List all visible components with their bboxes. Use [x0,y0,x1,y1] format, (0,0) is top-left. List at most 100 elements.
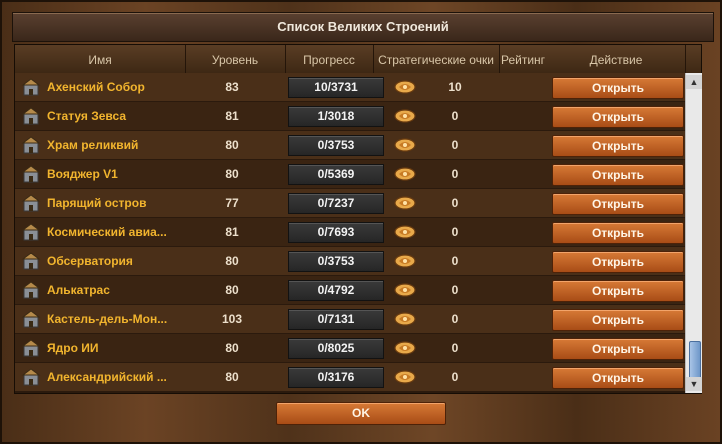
building-level: 83 [225,80,239,94]
forge-points-icon [394,312,416,326]
table-row: Ахенский Собор 83 10/3731 10 Открыть [15,73,685,101]
header-progress: Прогресс [285,45,374,73]
strategy-points-value: 0 [451,225,459,239]
building-icon [21,252,41,270]
window-title: Список Великих Строений [277,19,449,34]
table-row: Ядро ИИ 80 0/8025 0 Открыть [15,334,685,362]
open-button[interactable]: Открыть [552,251,684,273]
table-row: Алькатрас 80 0/4792 0 Открыть [15,276,685,304]
strategy-points-value: 0 [451,312,459,326]
table-row: Парящий остров 77 0/7237 0 Открыть [15,189,685,217]
building-level: 81 [225,225,239,239]
strategy-points-value: 10 [448,80,462,94]
window-frame: Список Великих Строений Имя Уровень Прог… [0,0,722,444]
progress-bar: 0/8025 [288,338,384,359]
strategy-points-value: 0 [451,370,459,384]
building-name[interactable]: Кастель-дель-Мон... [47,305,197,333]
building-icon [21,281,41,299]
scroll-down-arrow-icon[interactable]: ▼ [686,377,702,391]
open-button[interactable]: Открыть [552,106,684,128]
table-row: Кастель-дель-Мон... 103 0/7131 0 Открыть [15,305,685,333]
building-level: 80 [225,167,239,181]
table-row: Вояджер V1 80 0/5369 0 Открыть [15,160,685,188]
open-button[interactable]: Открыть [552,280,684,302]
progress-bar: 0/7237 [288,193,384,214]
table-row: Статуя Зевса 81 1/3018 0 Открыть [15,102,685,130]
progress-bar: 0/4792 [288,280,384,301]
progress-bar: 0/3176 [288,367,384,388]
progress-bar: 10/3731 [288,77,384,98]
forge-points-icon [394,341,416,355]
building-icon [21,165,41,183]
open-button[interactable]: Открыть [552,77,684,99]
progress-bar: 0/7131 [288,309,384,330]
building-level: 80 [225,283,239,297]
forge-points-icon [394,283,416,297]
scroll-thumb[interactable] [689,341,701,379]
forge-points-icon [394,167,416,181]
progress-bar: 0/5369 [288,164,384,185]
building-icon [21,107,41,125]
open-button[interactable]: Открыть [552,367,684,389]
forge-points-icon [394,225,416,239]
building-level: 81 [225,109,239,123]
open-button[interactable]: Открыть [552,193,684,215]
building-icon [21,368,41,386]
progress-bar: 0/3753 [288,135,384,156]
great-buildings-table: Имя Уровень Прогресс Стратегические очки… [14,44,702,394]
forge-points-icon [394,80,416,94]
table-row: Космический авиа... 81 0/7693 0 Открыть [15,218,685,246]
building-name[interactable]: Обсерватория [47,247,197,275]
building-name[interactable]: Храм реликвий [47,131,197,159]
building-level: 80 [225,370,239,384]
building-name[interactable]: Вояджер V1 [47,160,197,188]
progress-bar: 1/3018 [288,106,384,127]
progress-bar: 0/3753 [288,251,384,272]
header-name: Имя [15,45,186,73]
table-row: Храм реликвий 80 0/3753 0 Открыть [15,131,685,159]
building-level: 103 [221,312,243,326]
building-icon [21,78,41,96]
title-bar: Список Великих Строений [12,12,714,42]
strategy-points-value: 0 [451,167,459,181]
building-name[interactable]: Ахенский Собор [47,73,197,101]
header-action: Действие [547,45,686,73]
building-name[interactable]: Статуя Зевса [47,102,197,130]
building-name[interactable]: Парящий остров [47,189,197,217]
open-button[interactable]: Открыть [552,222,684,244]
scrollbar[interactable]: ▲ ▼ [685,73,702,393]
building-icon [21,223,41,241]
forge-points-icon [394,370,416,384]
building-icon [21,194,41,212]
table-body: Ахенский Собор 83 10/3731 10 Открыть Статуя З… [15,73,685,393]
open-button[interactable]: Открыть [552,309,684,331]
building-level: 80 [225,341,239,355]
scroll-up-arrow-icon[interactable]: ▲ [686,75,702,89]
building-name[interactable]: Ядро ИИ [47,334,197,362]
strategy-points-value: 0 [451,138,459,152]
open-button[interactable]: Открыть [552,135,684,157]
forge-points-icon [394,109,416,123]
table-row: Обсерватория 80 0/3753 0 Открыть [15,247,685,275]
open-button[interactable]: Открыть [552,338,684,360]
building-icon [21,310,41,328]
building-level: 80 [225,138,239,152]
table-row: Александрийский ... 80 0/3176 0 Открыть [15,363,685,391]
progress-bar: 0/7693 [288,222,384,243]
header-strategy-points: Стратегические очки [373,45,500,73]
header-level: Уровень [185,45,286,73]
strategy-points-value: 0 [451,283,459,297]
forge-points-icon [394,196,416,210]
building-icon [21,136,41,154]
building-icon [21,339,41,357]
open-button[interactable]: Открыть [552,164,684,186]
building-name[interactable]: Космический авиа... [47,218,197,246]
strategy-points-value: 0 [451,254,459,268]
building-name[interactable]: Александрийский ... [47,363,197,391]
ok-button[interactable]: OK [276,402,446,425]
strategy-points-value: 0 [451,109,459,123]
building-name[interactable]: Алькатрас [47,276,197,304]
forge-points-icon [394,138,416,152]
strategy-points-value: 0 [451,341,459,355]
building-level: 77 [225,196,239,210]
